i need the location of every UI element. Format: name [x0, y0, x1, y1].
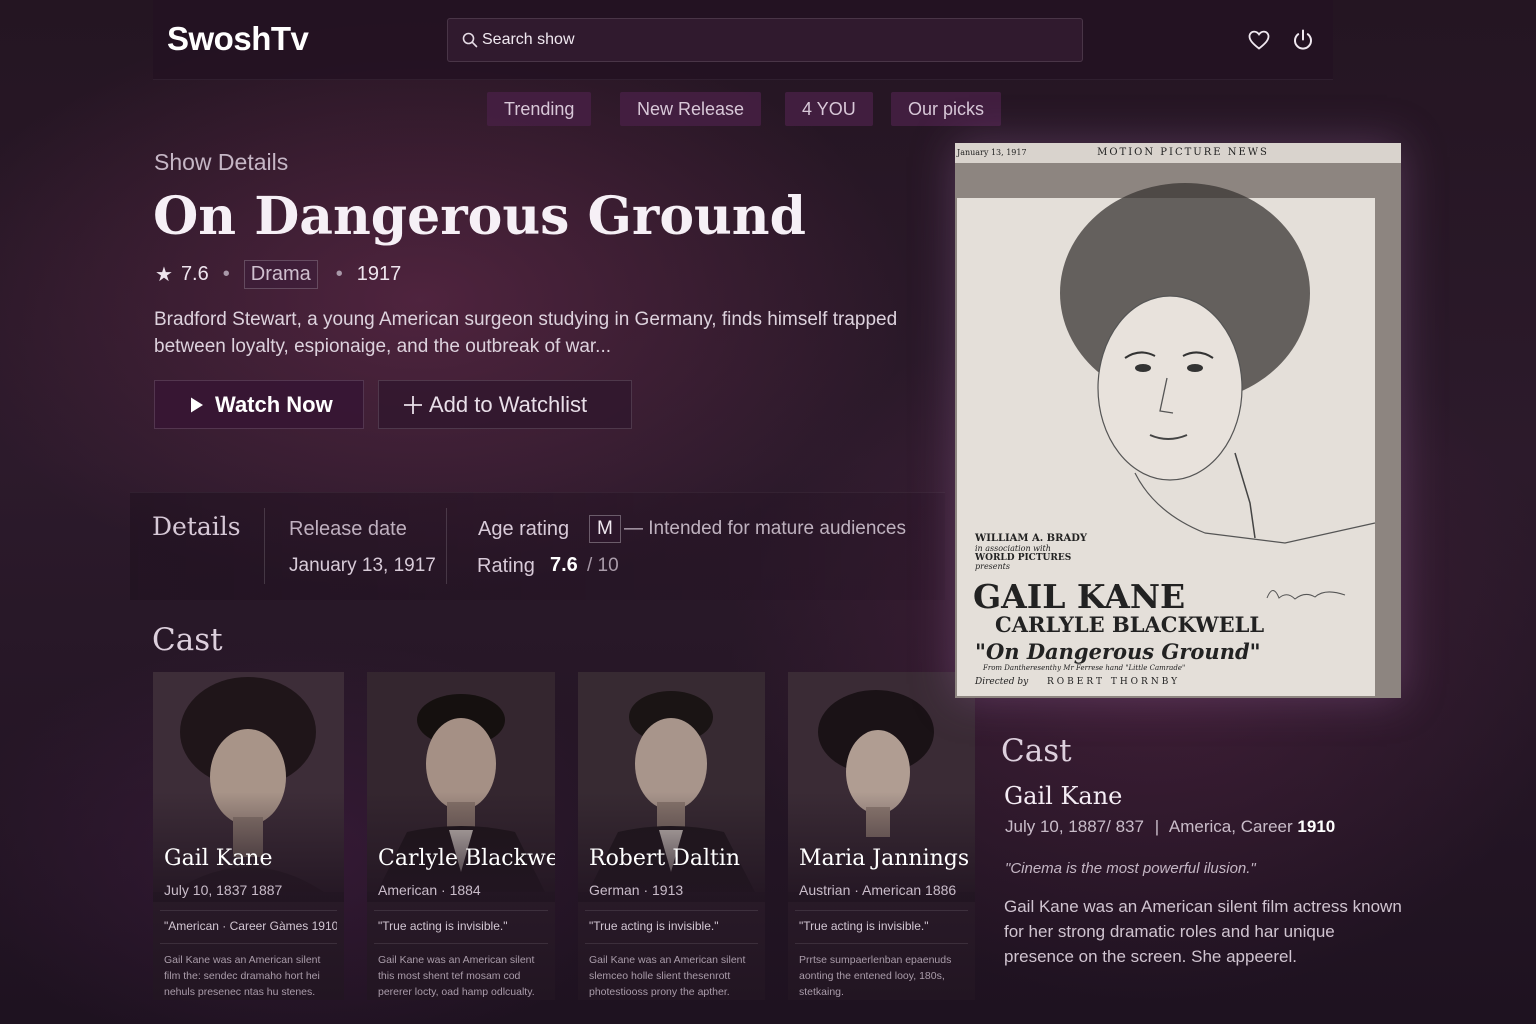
show-title: On Dangerous Ground	[153, 186, 806, 247]
cast-heading: Cast	[152, 622, 223, 658]
release-date-label: Release date	[289, 518, 407, 540]
section-label: Show Details	[154, 149, 289, 175]
cast-panel-bio: Gail Kane was an American silent film ac…	[1004, 897, 1402, 966]
app-logo[interactable]: SwoshTv	[167, 20, 309, 58]
power-icon[interactable]	[1291, 28, 1315, 52]
poster-masthead: MOTION PICTURE NEWS	[1097, 147, 1269, 158]
show-poster: January 13, 1917 MOTION PICTURE NEWS WIL…	[955, 143, 1401, 698]
poster-credit: From Dantheresenthy Mr Ferrese hand "Lit…	[982, 664, 1185, 672]
cast-quote: "True acting is invisible."	[374, 910, 548, 944]
tab-trending[interactable]: Trending	[487, 92, 592, 126]
watch-now-label: Watch Now	[215, 391, 333, 417]
cast-panel-name: Gail Kane	[1004, 782, 1123, 810]
cast-card[interactable]: Gail Kane July 10, 1837 1887 "American ·…	[153, 672, 344, 1000]
poster-presenter-2: in association with	[975, 544, 1051, 553]
cast-quote: "True acting is invisible."	[585, 910, 758, 944]
cast-card[interactable]: Carlyle Blackwell American · 1884 "True …	[367, 672, 555, 1000]
poster-star: GAIL KANE	[973, 577, 1185, 616]
cast-subtitle: July 10, 1837 1887	[164, 882, 283, 898]
tab-new-release[interactable]: New Release	[620, 92, 762, 126]
poster-presents: presents	[975, 562, 1010, 571]
rating-label: Rating	[477, 555, 535, 577]
cast-card[interactable]: Maria Jannings Austrian · American 1886 …	[788, 672, 975, 1000]
age-rating-label: Age rating	[478, 518, 570, 540]
dot-separator: •	[335, 262, 343, 285]
age-rating-note: — Intended for mature audiences	[624, 518, 907, 539]
cast-panel-heading: Cast	[1001, 733, 1072, 769]
show-description: Bradford Stewart, a young American surge…	[154, 309, 898, 357]
search-input[interactable]	[482, 19, 1062, 61]
cast-panel-career-year: 1910	[1297, 817, 1336, 836]
details-panel	[130, 492, 945, 600]
poster-presenter: WILLIAM A. BRADY	[974, 533, 1088, 544]
search-icon	[462, 32, 478, 48]
cast-panel-meta: July 10, 1887/ 837 | America, Career 191…	[1005, 817, 1335, 837]
poster-director-label: Directed by	[974, 677, 1029, 687]
cast-name: Gail Kane	[164, 846, 273, 871]
cast-subtitle: German · 1913	[589, 882, 684, 898]
plus-icon	[404, 395, 422, 414]
show-meta: ★ 7.6 • Drama • 1917	[155, 258, 401, 290]
add-to-watchlist-label: Add to Watchlist	[429, 391, 588, 417]
cast-bio: Gail Kane was an American silent this mo…	[378, 954, 535, 998]
rating-max: / 10	[587, 555, 619, 576]
tab-4-you[interactable]: 4 YOU	[785, 92, 873, 126]
details-heading: Details	[152, 512, 241, 541]
top-bar: SwoshTv	[153, 0, 1333, 80]
show-rating: 7.6	[180, 262, 209, 285]
cast-name: Maria Jannings	[799, 846, 970, 871]
divider	[446, 508, 447, 584]
poster-costar: CARLYLE BLACKWELL	[995, 612, 1264, 637]
cast-panel-origin: America, Career	[1168, 817, 1293, 836]
cast-subtitle: American · 1884	[378, 882, 481, 898]
play-icon	[191, 397, 203, 412]
watch-now-button[interactable]: Watch Now	[154, 380, 364, 429]
show-year: 1917	[356, 262, 402, 285]
add-to-watchlist-button[interactable]: Add to Watchlist	[378, 380, 632, 429]
age-rating-badge: M	[589, 515, 621, 543]
search-box[interactable]	[447, 18, 1083, 62]
heart-icon[interactable]	[1247, 28, 1271, 52]
cast-bio: Gail Kane was an American silent film th…	[164, 954, 321, 998]
genre-badge[interactable]: Drama	[243, 259, 318, 289]
cast-panel-dates: July 10, 1887/ 837	[1005, 817, 1144, 836]
poster-director: ROBERT THORNBY	[1047, 677, 1180, 687]
rating-value: 7.6	[550, 554, 578, 576]
tab-our-picks[interactable]: Our picks	[891, 92, 1002, 126]
dot-separator: •	[222, 262, 230, 285]
poster-title: "On Dangerous Ground"	[975, 639, 1261, 664]
star-icon: ★	[155, 263, 173, 286]
cast-card[interactable]: Robert Daltin German · 1913 "True acting…	[578, 672, 765, 1000]
cast-bio: Gail Kane was an American silent slemceo…	[589, 954, 746, 998]
cast-subtitle: Austrian · American 1886	[799, 882, 957, 898]
cast-quote: "American · Career Gàmes 1910	[160, 910, 337, 944]
cast-panel-separator: |	[1154, 817, 1160, 836]
release-date-value: January 13, 1917	[289, 555, 436, 576]
cast-name: Robert Daltin	[589, 846, 741, 871]
cast-name: Carlyle Blackwell	[378, 846, 555, 871]
divider	[264, 508, 265, 584]
cast-panel-quote: "Cinema is the most powerful ilusion."	[1005, 860, 1256, 877]
cast-bio: Prrtse sumpaerlenban epaenuds aonting th…	[799, 954, 952, 998]
poster-date: January 13, 1917	[956, 148, 1027, 157]
cast-quote: "True acting is invisible."	[795, 910, 968, 944]
